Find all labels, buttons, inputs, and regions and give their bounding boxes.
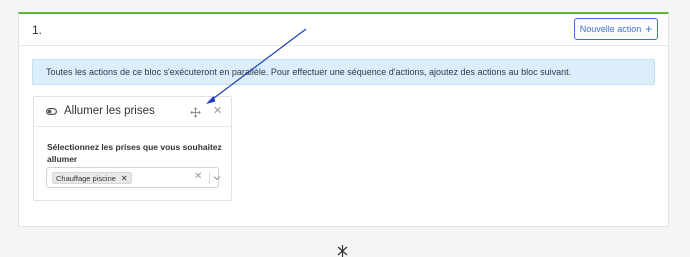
action-card-title: Allumer les prises	[64, 105, 155, 117]
block-number: 1.	[32, 23, 43, 37]
close-icon[interactable]: ✕	[213, 106, 222, 117]
select-divider	[209, 172, 210, 184]
new-action-label: Nouvelle action	[579, 24, 642, 34]
info-banner-text: Toutes les actions de ce bloc s'exécuter…	[46, 67, 572, 77]
new-action-button[interactable]: Nouvelle action +	[574, 18, 658, 40]
move-icon[interactable]	[190, 107, 201, 118]
chevron-down-icon[interactable]	[213, 174, 221, 182]
info-banner: Toutes les actions de ce bloc s'exécuter…	[32, 59, 655, 85]
selected-tag: Chauffage piscine ✕	[52, 172, 132, 184]
action-card-header: Allumer les prises ✕	[34, 97, 231, 127]
action-block: 1. Nouvelle action + Toutes les actions …	[18, 12, 669, 227]
block-header: 1. Nouvelle action +	[19, 14, 668, 46]
outlet-select[interactable]: Chauffage piscine ✕ ✕	[46, 167, 221, 188]
clear-icon[interactable]: ✕	[194, 171, 202, 182]
plus-icon: +	[645, 22, 653, 36]
toggle-icon[interactable]	[46, 108, 57, 115]
field-label: Sélectionnez les prises que vous souhait…	[47, 142, 222, 164]
selected-tag-label: Chauffage piscine	[56, 173, 116, 183]
anchor-icon	[337, 245, 348, 257]
tag-remove-icon[interactable]: ✕	[121, 174, 128, 183]
action-card: Allumer les prises ✕ Sélectionnez les pr…	[33, 96, 232, 201]
